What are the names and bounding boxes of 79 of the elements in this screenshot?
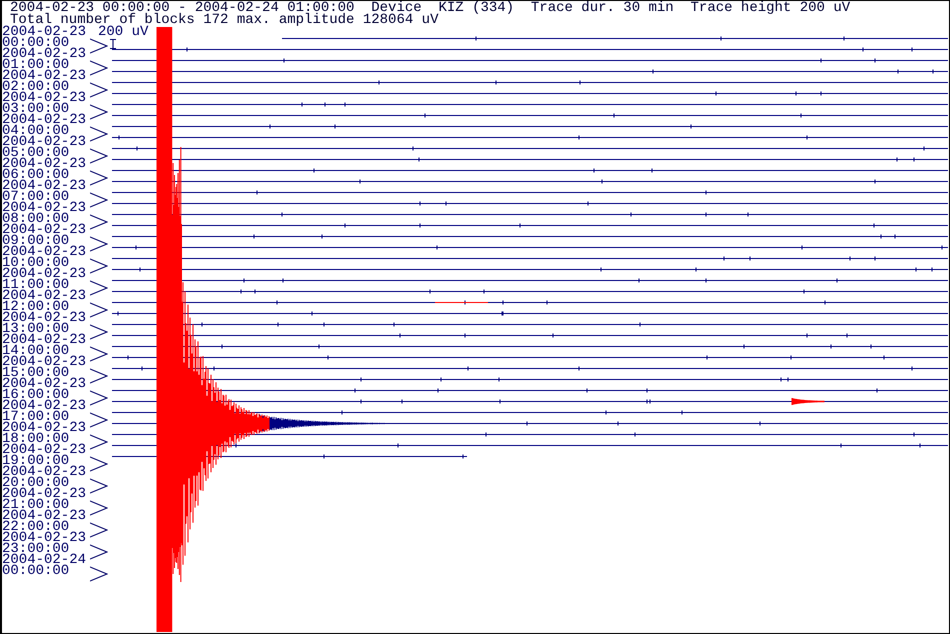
scale-label: 200 uV — [98, 27, 148, 38]
time-label: 07:00:00 — [2, 192, 70, 203]
date-label: 2004-02-23 — [2, 247, 88, 258]
date-label: 2004-02-23 — [2, 467, 88, 478]
date-label: 2004-02-23 — [2, 335, 88, 346]
date-label: 2004-02-23 — [2, 533, 88, 544]
chevron-icon — [90, 390, 108, 406]
date-label: 2004-02-23 — [2, 203, 88, 214]
scale-bar-icon — [109, 39, 117, 49]
time-label: 20:00:00 — [2, 478, 70, 489]
time-label: 12:00:00 — [2, 302, 70, 313]
time-label: 10:00:00 — [2, 258, 70, 269]
time-label: 06:00:00 — [2, 170, 70, 181]
chevron-icon — [90, 236, 108, 252]
date-label: 2004-02-23 — [2, 159, 88, 170]
time-label: 17:00:00 — [2, 412, 70, 423]
date-label: 2004-02-23 — [2, 357, 88, 368]
time-label: 14:00:00 — [2, 346, 70, 357]
date-label: 2004-02-23 — [2, 49, 88, 60]
date-label: 2004-02-23 — [2, 93, 88, 104]
time-label: 23:00:00 — [2, 544, 70, 555]
time-label: 19:00:00 — [2, 456, 70, 467]
chevron-icon — [90, 170, 108, 186]
time-label: 03:00:00 — [2, 104, 70, 115]
date-label: 2004-02-23 — [2, 71, 88, 82]
chevron-icon — [90, 478, 108, 494]
date-label: 2004-02-23 — [2, 137, 88, 148]
chevron-icon — [90, 544, 108, 560]
chevron-icon — [90, 346, 108, 362]
chevron-icon — [90, 522, 108, 538]
chevron-icon — [90, 368, 108, 384]
chevron-icon — [90, 60, 108, 76]
date-label: 2004-02-23 — [2, 489, 88, 500]
time-label: 11:00:00 — [2, 280, 70, 291]
chevron-icon — [90, 456, 108, 472]
time-label: 15:00:00 — [2, 368, 70, 379]
date-label: 2004-02-23 — [2, 27, 88, 38]
chevron-icon — [90, 82, 108, 98]
date-label: 2004-02-23 — [2, 225, 88, 236]
time-label: 09:00:00 — [2, 236, 70, 247]
chevron-icon — [90, 214, 108, 230]
date-label: 2004-02-23 — [2, 269, 88, 280]
time-label: 05:00:00 — [2, 148, 70, 159]
time-label: 00:00:00 — [2, 566, 70, 577]
time-label: 02:00:00 — [2, 82, 70, 93]
chevron-icon — [90, 104, 108, 120]
chevron-icon — [90, 192, 108, 208]
date-label: 2004-02-23 — [2, 379, 88, 390]
chevron-icon — [90, 126, 108, 142]
date-label: 2004-02-23 — [2, 291, 88, 302]
time-label: 01:00:00 — [2, 60, 70, 71]
chevron-icon — [90, 258, 108, 274]
chevron-icon — [90, 302, 108, 318]
chevron-icon — [90, 412, 108, 428]
date-label: 2004-02-23 — [2, 181, 88, 192]
chevron-icon — [90, 566, 108, 582]
chevron-icon — [90, 148, 108, 164]
header-text: 2004-02-23 00:00:00 - 2004-02-24 01:00:00 Device KIZ (334) Trace dur. 30 min Trace height 200 uV — [10, 2, 850, 14]
chevron-icon — [90, 324, 108, 340]
chevron-icon — [90, 500, 108, 516]
time-label: 00:00:00 — [2, 38, 70, 49]
time-label: 18:00:00 — [2, 434, 70, 445]
header-text: Total number of blocks 172 max. amplitude 128064 uV — [10, 14, 438, 26]
date-label: 2004-02-23 — [2, 313, 88, 324]
date-label: 2004-02-23 — [2, 401, 88, 412]
date-label: 2004-02-23 — [2, 423, 88, 434]
chevron-icon — [90, 280, 108, 296]
date-label: 2004-02-24 — [2, 555, 88, 566]
chevron-icon — [90, 434, 108, 450]
time-label: 04:00:00 — [2, 126, 70, 137]
date-label: 2004-02-23 — [2, 115, 88, 126]
time-label: 13:00:00 — [2, 324, 70, 335]
time-label: 22:00:00 — [2, 522, 70, 533]
time-label: 21:00:00 — [2, 500, 70, 511]
date-label: 2004-02-23 — [2, 445, 88, 456]
date-label: 2004-02-23 — [2, 511, 88, 522]
time-label: 08:00:00 — [2, 214, 70, 225]
chevron-icon — [90, 38, 108, 54]
time-label: 16:00:00 — [2, 390, 70, 401]
